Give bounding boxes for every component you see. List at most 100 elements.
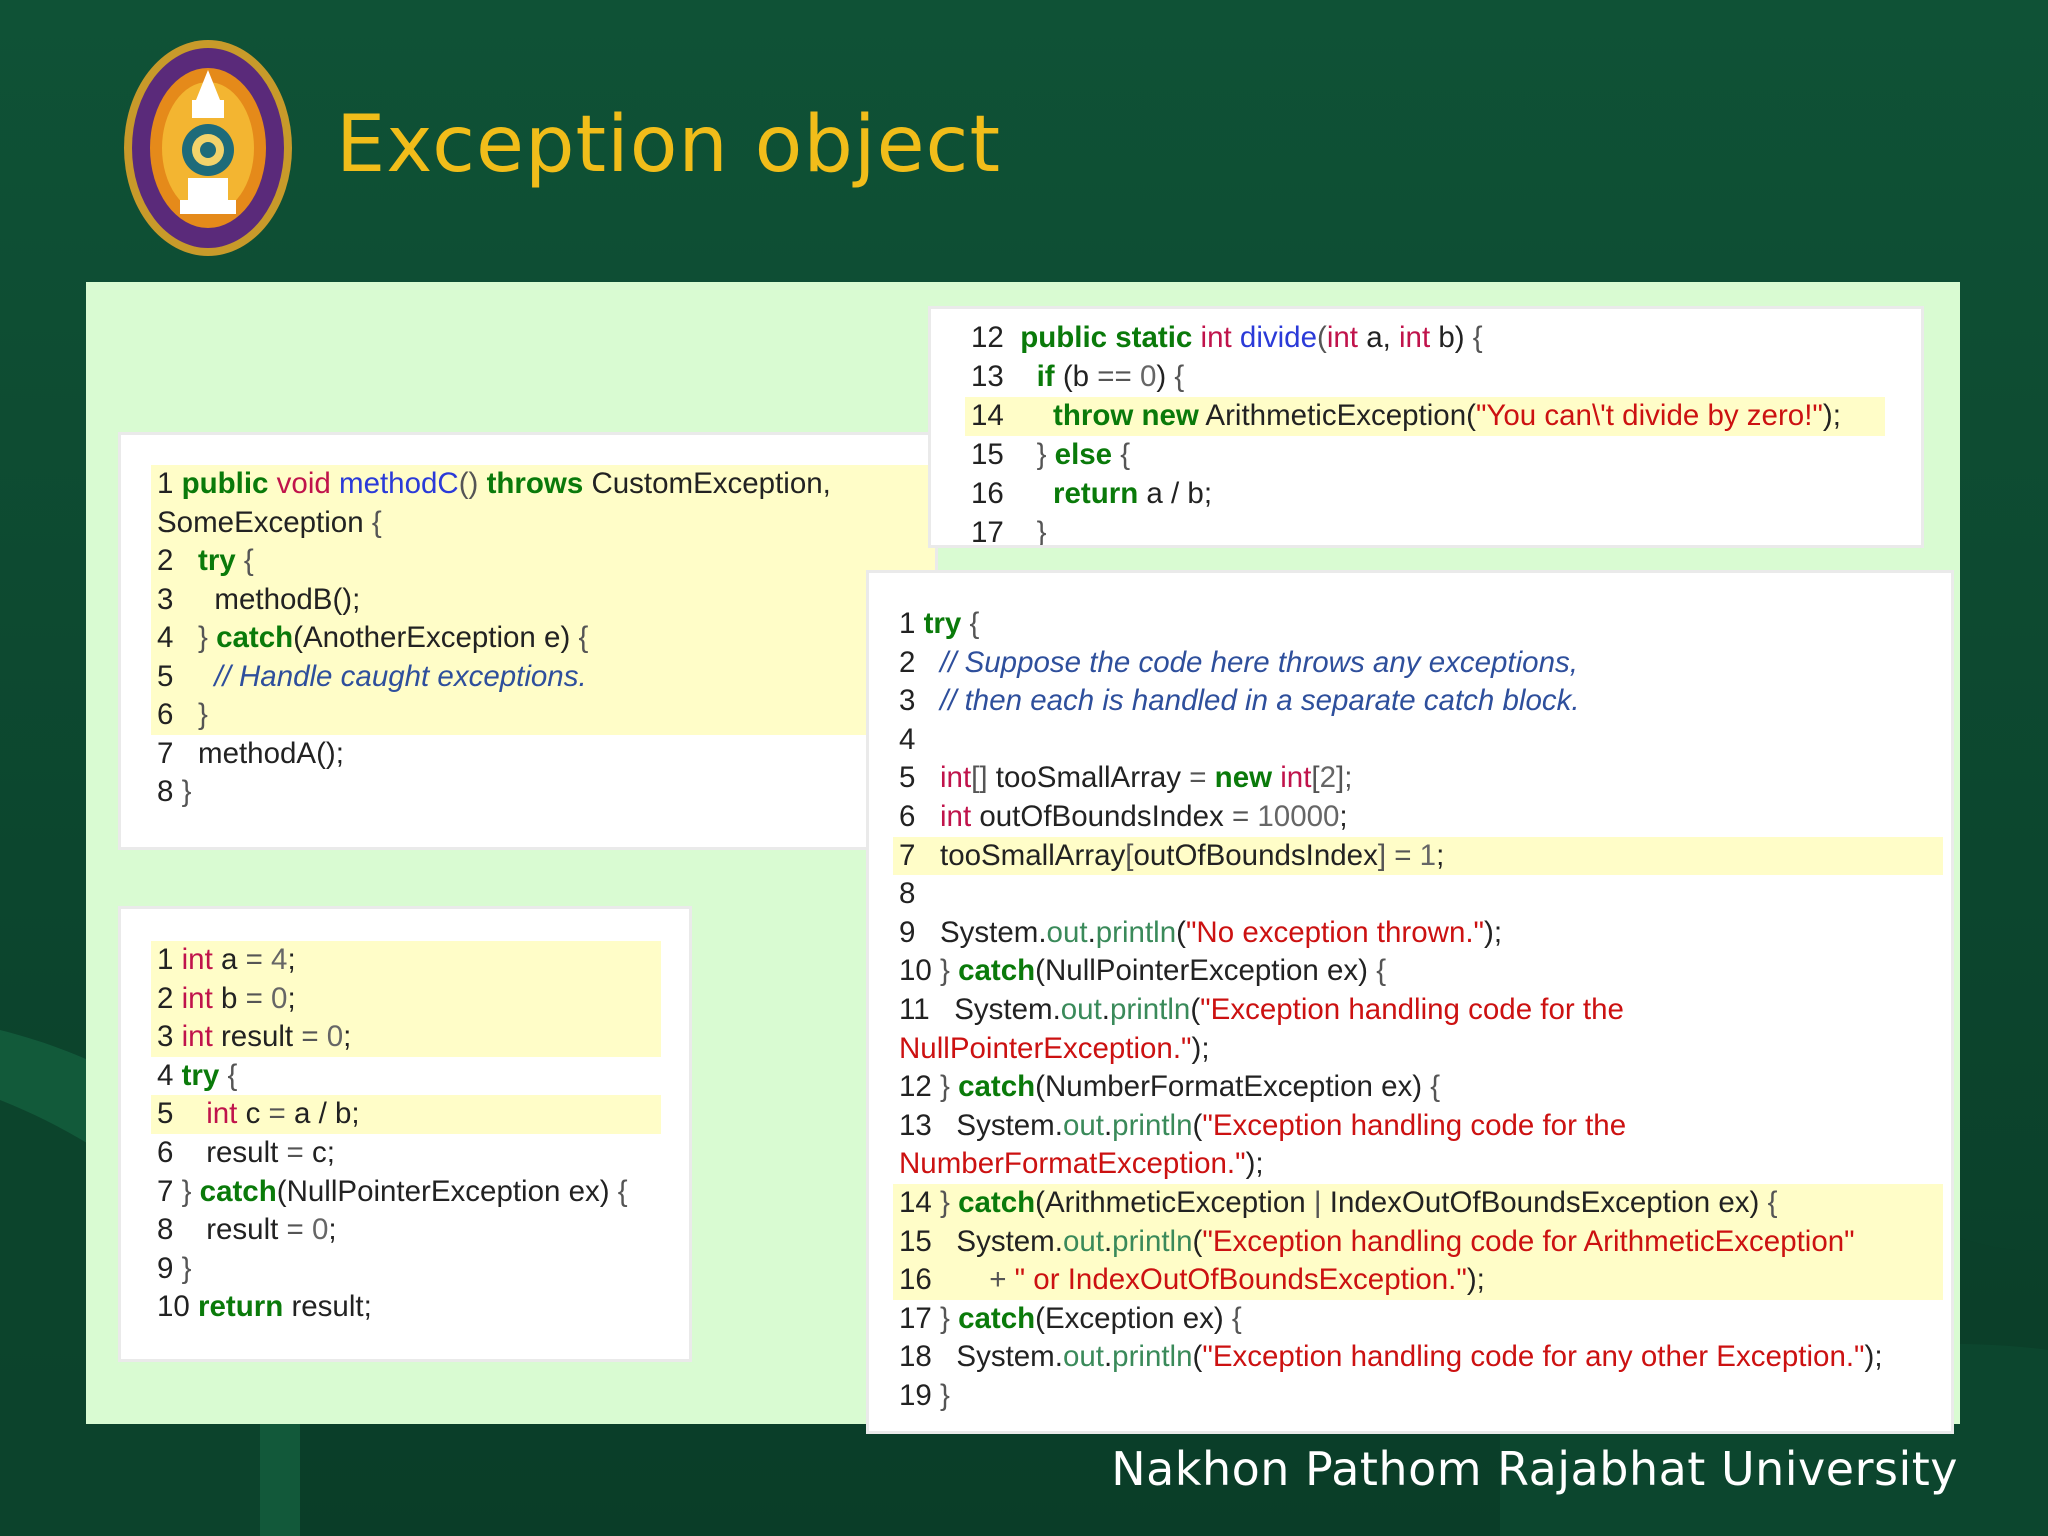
- code-token: );: [1822, 399, 1841, 432]
- code-line: 5 int c = a / b;: [157, 1095, 360, 1133]
- code-token: 17: [971, 516, 1037, 548]
- code-token: 10: [157, 1290, 199, 1324]
- code-token: 17: [899, 1301, 941, 1335]
- code-token: NumberFormatException.": [899, 1147, 1246, 1181]
- code-token: ;: [287, 943, 296, 976]
- code-line: 11 System.out.println("Exception handlin…: [899, 991, 1624, 1029]
- code-token: outOfBoundsIndex: [1133, 838, 1378, 872]
- code-token: tooSmallArray: [987, 761, 1190, 795]
- code-line: 6 result = c;: [157, 1134, 335, 1172]
- code-line: 15 System.out.println("Exception handlin…: [899, 1223, 1855, 1261]
- code-token: 9: [157, 1251, 182, 1285]
- code-token: +: [989, 1263, 1007, 1297]
- code-token: 4: [271, 943, 288, 976]
- code-line: 8: [899, 875, 915, 913]
- code-token: "Exception handling code for the: [1202, 1108, 1627, 1142]
- code-block-divide: 12 public static int divide(int a, int b…: [928, 306, 1924, 548]
- code-token: 2: [157, 544, 198, 577]
- code-token: .: [1101, 993, 1110, 1026]
- code-line: 16 return a / b;: [971, 475, 1212, 513]
- code-token: (: [1192, 1108, 1203, 1142]
- code-token: 5: [157, 659, 215, 693]
- code-line: 10 } catch(NullPointerException ex) {: [899, 952, 1386, 990]
- code-token: }: [1036, 516, 1047, 548]
- code-token: 15: [971, 438, 1037, 471]
- code-token: {: [969, 607, 980, 640]
- code-token: IndexOutOfBoundsException ex): [1321, 1186, 1768, 1219]
- code-token: 3: [157, 1020, 182, 1054]
- code-line: 1 int a = 4;: [157, 941, 296, 979]
- code-line: 3 // then each is handled in a separate …: [899, 682, 1580, 720]
- code-token: int: [1280, 761, 1312, 795]
- code-token: return: [1053, 477, 1139, 510]
- code-token: {: [617, 1174, 628, 1208]
- code-line: 9 }: [157, 1250, 191, 1288]
- code-token: ];: [1336, 761, 1353, 795]
- code-token: result;: [283, 1290, 372, 1324]
- code-line: 7 } catch(NullPointerException ex) {: [157, 1173, 628, 1211]
- code-token: catch: [958, 1301, 1036, 1335]
- code-token: ;: [1436, 838, 1445, 872]
- code-token: }: [940, 1186, 950, 1219]
- code-token: 8: [157, 775, 182, 808]
- code-token: out: [1062, 1108, 1104, 1142]
- code-token: int: [1200, 321, 1232, 354]
- code-line: 4 } catch(AnotherException e) {: [157, 619, 588, 657]
- code-token: (: [1192, 1340, 1203, 1374]
- code-token: try: [181, 1058, 220, 1092]
- code-line: 6 int outOfBoundsIndex = 10000;: [899, 798, 1348, 836]
- code-line: 17 } catch(Exception ex) {: [899, 1300, 1242, 1338]
- code-token: // Handle caught exceptions.: [214, 659, 587, 693]
- code-token: .: [1087, 915, 1096, 949]
- code-token: (b: [1054, 360, 1098, 393]
- code-token: new: [1214, 761, 1273, 795]
- code-token: =: [1231, 800, 1250, 833]
- code-token: );: [1864, 1340, 1883, 1374]
- code-token: 14: [899, 1186, 941, 1219]
- code-line: 7 methodA();: [157, 735, 344, 773]
- code-token: 4: [899, 722, 916, 756]
- code-token: }: [1036, 438, 1047, 471]
- code-line: SomeException {: [157, 504, 382, 542]
- code-token: =: [286, 1136, 304, 1169]
- code-line: 12 public static int divide(int a, int b…: [971, 319, 1483, 357]
- code-token: 18 System.: [899, 1340, 1063, 1374]
- code-token: 12: [899, 1070, 941, 1104]
- code-token: 1: [1419, 838, 1437, 872]
- code-token: 1: [157, 943, 182, 976]
- code-token: ArithmeticException(: [1198, 399, 1476, 432]
- code-token: return: [198, 1290, 284, 1324]
- code-token: {: [1472, 321, 1483, 354]
- code-line: 12 } catch(NumberFormatException ex) {: [899, 1068, 1440, 1106]
- code-token: b: [212, 981, 246, 1015]
- university-seal-icon: [124, 40, 292, 256]
- code-line: 8 }: [157, 773, 191, 811]
- footer-university-name: Nakhon Pathom Rajabhat University: [1111, 1442, 1958, 1496]
- code-token: 0: [1139, 360, 1157, 393]
- code-token: {: [1376, 954, 1387, 988]
- code-line: 8 result = 0;: [157, 1211, 337, 1249]
- code-token: 13: [971, 360, 1037, 393]
- code-token: catch: [199, 1174, 277, 1208]
- code-token: }: [181, 775, 192, 808]
- code-token: =: [268, 1097, 286, 1131]
- code-token: 12: [971, 321, 1021, 354]
- code-token: 0: [271, 981, 288, 1015]
- code-token: 8 result: [157, 1213, 287, 1247]
- code-token: }: [940, 1379, 950, 1412]
- code-line: 17 }: [971, 514, 1047, 548]
- code-token: .: [1103, 1340, 1113, 1374]
- code-token: }: [198, 698, 208, 731]
- code-line: 3 int result = 0;: [157, 1018, 351, 1056]
- code-token: =: [1394, 838, 1412, 872]
